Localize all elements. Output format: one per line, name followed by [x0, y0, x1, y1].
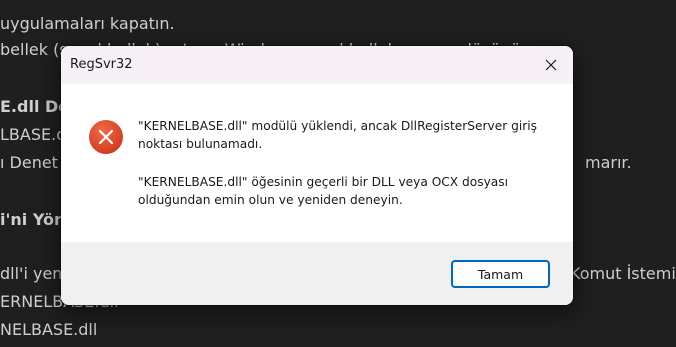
- dialog-title: RegSvr32: [70, 57, 133, 72]
- background-text: LBASE.d: [0, 125, 67, 144]
- regsvr32-dialog: RegSvr32 "KERNELBASE.dll" modülü yüklend…: [61, 46, 573, 305]
- dialog-body: "KERNELBASE.dll" modülü yüklendi, ancak …: [61, 84, 573, 242]
- error-icon: [89, 120, 123, 154]
- background-heading: i'ni Yön: [0, 210, 66, 229]
- background-text: dll'i yen: [0, 264, 63, 283]
- background-text: marır.: [585, 153, 632, 172]
- background-heading: E.dll Do: [0, 97, 70, 116]
- error-message: "KERNELBASE.dll" modülü yüklendi, ancak …: [138, 119, 537, 151]
- background-text: NELBASE.dll: [0, 320, 98, 339]
- background-text: Komut İstemi: [570, 264, 676, 283]
- close-button[interactable]: [529, 46, 573, 84]
- close-icon: [545, 59, 557, 71]
- error-hint-message: "KERNELBASE.dll" öğesinin geçerli bir DL…: [138, 175, 508, 207]
- dialog-footer: Tamam: [61, 242, 573, 305]
- dialog-titlebar[interactable]: RegSvr32: [61, 46, 573, 84]
- ok-button[interactable]: Tamam: [451, 260, 550, 288]
- background-text: uygulamaları kapatın.: [0, 14, 175, 33]
- background-text: ı Denet: [0, 153, 58, 172]
